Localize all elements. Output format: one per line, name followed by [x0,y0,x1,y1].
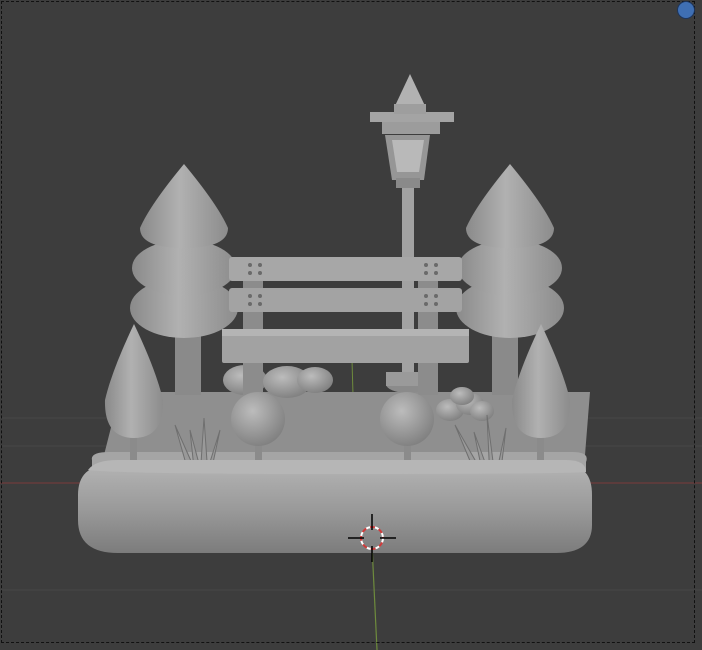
y-axis-line-top [351,359,354,396]
scene-render [0,74,702,650]
park-bench [222,257,469,395]
base-platform [78,460,592,553]
navigation-sphere-icon[interactable] [677,1,695,19]
3d-viewport[interactable] [0,0,702,650]
